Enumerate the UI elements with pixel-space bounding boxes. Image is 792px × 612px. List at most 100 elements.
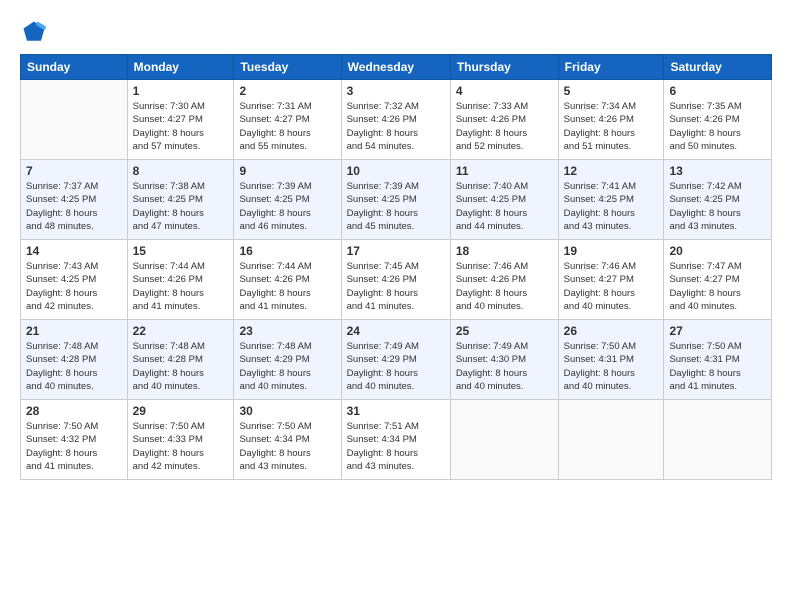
day-info: Sunrise: 7:31 AMSunset: 4:27 PMDaylight:… <box>239 100 335 153</box>
day-info: Sunrise: 7:46 AMSunset: 4:26 PMDaylight:… <box>456 260 553 313</box>
day-number: 18 <box>456 244 553 258</box>
calendar-cell: 12Sunrise: 7:41 AMSunset: 4:25 PMDayligh… <box>558 160 664 240</box>
calendar-week-row: 7 Sunrise: 7:37 AMSunset: 4:25 PMDaylight… <box>21 160 772 240</box>
calendar-cell: 2 Sunrise: 7:31 AMSunset: 4:27 PMDaylight… <box>234 80 341 160</box>
day-info: Sunrise: 7:43 AMSunset: 4:25 PMDaylight:… <box>26 260 122 313</box>
day-number: 3 <box>347 84 445 98</box>
calendar-cell: 31 Sunrise: 7:51 AMSunset: 4:34 PMDayligh… <box>341 400 450 480</box>
calendar-cell: 13 Sunrise: 7:42 AMSunset: 4:25 PMDayligh… <box>664 160 772 240</box>
calendar-cell: 23 Sunrise: 7:48 AMSunset: 4:29 PMDayligh… <box>234 320 341 400</box>
day-number: 1 <box>133 84 229 98</box>
calendar-cell: 29Sunrise: 7:50 AMSunset: 4:33 PMDayligh… <box>127 400 234 480</box>
day-number: 16 <box>239 244 335 258</box>
day-number: 19 <box>564 244 659 258</box>
day-info: Sunrise: 7:49 AMSunset: 4:29 PMDaylight:… <box>347 340 445 393</box>
day-number: 10 <box>347 164 445 178</box>
day-number: 22 <box>133 324 229 338</box>
day-info: Sunrise: 7:44 AMSunset: 4:26 PMDaylight:… <box>133 260 229 313</box>
calendar-cell: 24 Sunrise: 7:49 AMSunset: 4:29 PMDayligh… <box>341 320 450 400</box>
page: SundayMondayTuesdayWednesdayThursdayFrid… <box>0 0 792 612</box>
calendar-cell: 4Sunrise: 7:33 AMSunset: 4:26 PMDaylight… <box>450 80 558 160</box>
calendar-cell: 11Sunrise: 7:40 AMSunset: 4:25 PMDayligh… <box>450 160 558 240</box>
weekday-header-friday: Friday <box>558 55 664 80</box>
day-info: Sunrise: 7:37 AMSunset: 4:25 PMDaylight:… <box>26 180 122 233</box>
day-number: 23 <box>239 324 335 338</box>
day-number: 2 <box>239 84 335 98</box>
day-info: Sunrise: 7:42 AMSunset: 4:25 PMDaylight:… <box>669 180 766 233</box>
calendar-cell <box>558 400 664 480</box>
day-info: Sunrise: 7:45 AMSunset: 4:26 PMDaylight:… <box>347 260 445 313</box>
day-info: Sunrise: 7:50 AMSunset: 4:34 PMDaylight:… <box>239 420 335 473</box>
day-number: 7 <box>26 164 122 178</box>
weekday-header-monday: Monday <box>127 55 234 80</box>
calendar-cell: 15 Sunrise: 7:44 AMSunset: 4:26 PMDayligh… <box>127 240 234 320</box>
weekday-header-tuesday: Tuesday <box>234 55 341 80</box>
day-number: 14 <box>26 244 122 258</box>
day-info: Sunrise: 7:51 AMSunset: 4:34 PMDaylight:… <box>347 420 445 473</box>
day-info: Sunrise: 7:50 AMSunset: 4:33 PMDaylight:… <box>133 420 229 473</box>
logo <box>20 18 52 46</box>
day-number: 12 <box>564 164 659 178</box>
day-info: Sunrise: 7:50 AMSunset: 4:31 PMDaylight:… <box>669 340 766 393</box>
logo-icon <box>20 18 48 46</box>
calendar-week-row: 28 Sunrise: 7:50 AMSunset: 4:32 PMDayligh… <box>21 400 772 480</box>
weekday-header-sunday: Sunday <box>21 55 128 80</box>
day-info: Sunrise: 7:35 AMSunset: 4:26 PMDaylight:… <box>669 100 766 153</box>
day-info: Sunrise: 7:44 AMSunset: 4:26 PMDaylight:… <box>239 260 335 313</box>
day-number: 15 <box>133 244 229 258</box>
calendar-cell: 30 Sunrise: 7:50 AMSunset: 4:34 PMDayligh… <box>234 400 341 480</box>
day-number: 27 <box>669 324 766 338</box>
calendar-cell: 7 Sunrise: 7:37 AMSunset: 4:25 PMDaylight… <box>21 160 128 240</box>
calendar-cell: 14 Sunrise: 7:43 AMSunset: 4:25 PMDayligh… <box>21 240 128 320</box>
day-number: 26 <box>564 324 659 338</box>
calendar-cell: 22 Sunrise: 7:48 AMSunset: 4:28 PMDayligh… <box>127 320 234 400</box>
calendar-cell: 21Sunrise: 7:48 AMSunset: 4:28 PMDayligh… <box>21 320 128 400</box>
weekday-header-saturday: Saturday <box>664 55 772 80</box>
calendar-cell: 9 Sunrise: 7:39 AMSunset: 4:25 PMDaylight… <box>234 160 341 240</box>
day-number: 5 <box>564 84 659 98</box>
calendar-week-row: 21Sunrise: 7:48 AMSunset: 4:28 PMDayligh… <box>21 320 772 400</box>
day-number: 31 <box>347 404 445 418</box>
calendar-cell: 20Sunrise: 7:47 AMSunset: 4:27 PMDayligh… <box>664 240 772 320</box>
day-number: 13 <box>669 164 766 178</box>
day-info: Sunrise: 7:39 AMSunset: 4:25 PMDaylight:… <box>239 180 335 233</box>
calendar-week-row: 14 Sunrise: 7:43 AMSunset: 4:25 PMDayligh… <box>21 240 772 320</box>
day-info: Sunrise: 7:48 AMSunset: 4:28 PMDaylight:… <box>26 340 122 393</box>
day-info: Sunrise: 7:46 AMSunset: 4:27 PMDaylight:… <box>564 260 659 313</box>
calendar-cell: 27 Sunrise: 7:50 AMSunset: 4:31 PMDayligh… <box>664 320 772 400</box>
day-number: 8 <box>133 164 229 178</box>
day-number: 17 <box>347 244 445 258</box>
day-info: Sunrise: 7:38 AMSunset: 4:25 PMDaylight:… <box>133 180 229 233</box>
day-number: 9 <box>239 164 335 178</box>
day-number: 6 <box>669 84 766 98</box>
calendar-cell: 26 Sunrise: 7:50 AMSunset: 4:31 PMDayligh… <box>558 320 664 400</box>
calendar-cell <box>664 400 772 480</box>
day-info: Sunrise: 7:30 AMSunset: 4:27 PMDaylight:… <box>133 100 229 153</box>
calendar-week-row: 1 Sunrise: 7:30 AMSunset: 4:27 PMDaylight… <box>21 80 772 160</box>
calendar-cell: 5 Sunrise: 7:34 AMSunset: 4:26 PMDaylight… <box>558 80 664 160</box>
calendar-cell: 28 Sunrise: 7:50 AMSunset: 4:32 PMDayligh… <box>21 400 128 480</box>
day-number: 28 <box>26 404 122 418</box>
day-info: Sunrise: 7:34 AMSunset: 4:26 PMDaylight:… <box>564 100 659 153</box>
day-info: Sunrise: 7:50 AMSunset: 4:31 PMDaylight:… <box>564 340 659 393</box>
day-number: 30 <box>239 404 335 418</box>
calendar-cell: 6 Sunrise: 7:35 AMSunset: 4:26 PMDaylight… <box>664 80 772 160</box>
calendar-cell: 10 Sunrise: 7:39 AMSunset: 4:25 PMDayligh… <box>341 160 450 240</box>
calendar-cell: 25Sunrise: 7:49 AMSunset: 4:30 PMDayligh… <box>450 320 558 400</box>
day-number: 11 <box>456 164 553 178</box>
calendar-cell <box>21 80 128 160</box>
day-info: Sunrise: 7:49 AMSunset: 4:30 PMDaylight:… <box>456 340 553 393</box>
calendar-cell: 8 Sunrise: 7:38 AMSunset: 4:25 PMDaylight… <box>127 160 234 240</box>
day-info: Sunrise: 7:39 AMSunset: 4:25 PMDaylight:… <box>347 180 445 233</box>
calendar-cell: 18 Sunrise: 7:46 AMSunset: 4:26 PMDayligh… <box>450 240 558 320</box>
weekday-header-wednesday: Wednesday <box>341 55 450 80</box>
day-info: Sunrise: 7:48 AMSunset: 4:28 PMDaylight:… <box>133 340 229 393</box>
day-info: Sunrise: 7:50 AMSunset: 4:32 PMDaylight:… <box>26 420 122 473</box>
day-number: 24 <box>347 324 445 338</box>
day-info: Sunrise: 7:33 AMSunset: 4:26 PMDaylight:… <box>456 100 553 153</box>
calendar-cell: 1 Sunrise: 7:30 AMSunset: 4:27 PMDaylight… <box>127 80 234 160</box>
day-info: Sunrise: 7:48 AMSunset: 4:29 PMDaylight:… <box>239 340 335 393</box>
weekday-header-thursday: Thursday <box>450 55 558 80</box>
calendar-cell: 16 Sunrise: 7:44 AMSunset: 4:26 PMDayligh… <box>234 240 341 320</box>
calendar-cell <box>450 400 558 480</box>
